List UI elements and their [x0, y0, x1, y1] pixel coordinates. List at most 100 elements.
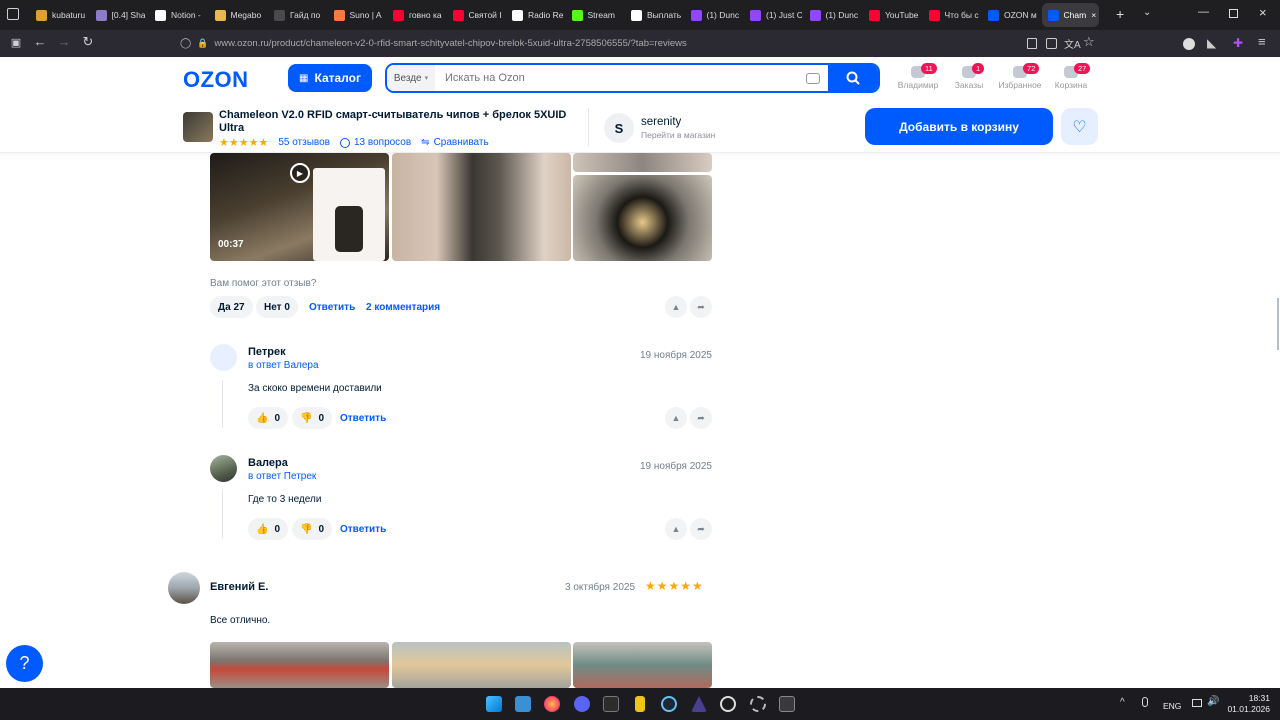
- dislike-button[interactable]: 👎 0: [292, 407, 333, 429]
- browser-tab[interactable]: YouTube: [863, 3, 921, 27]
- forward-button[interactable]: →: [52, 34, 76, 49]
- browser-tab[interactable]: Megabo: [209, 3, 267, 27]
- terminal-icon[interactable]: [603, 696, 619, 712]
- comment-reply-to[interactable]: в ответ Валера: [248, 360, 319, 371]
- extension-icon[interactable]: ✚: [1233, 36, 1243, 50]
- tray-chevron-icon[interactable]: ^: [1120, 697, 1125, 708]
- system-clock[interactable]: 18:31 01.01.2026: [1226, 693, 1270, 715]
- browser-tab[interactable]: Radio Re: [506, 3, 564, 27]
- reload-button[interactable]: ↻: [76, 34, 100, 50]
- report-button[interactable]: ▲: [665, 518, 687, 540]
- reply-link[interactable]: Ответить: [340, 524, 386, 535]
- language-indicator[interactable]: ENG: [1163, 701, 1181, 711]
- steam-icon[interactable]: [661, 696, 677, 712]
- report-button[interactable]: ▲: [665, 296, 687, 318]
- tab-overflow-chevron-icon[interactable]: ⌄: [1143, 7, 1151, 18]
- like-button[interactable]: 👍 0: [248, 518, 289, 540]
- scrollbar-thumb[interactable]: [1277, 298, 1279, 350]
- reader-mode-icon[interactable]: [1027, 38, 1037, 49]
- network-icon[interactable]: [1192, 699, 1202, 707]
- review-photo[interactable]: [392, 642, 571, 688]
- file-explorer-icon[interactable]: [515, 696, 531, 712]
- start-button-icon[interactable]: [486, 696, 502, 712]
- bookmark-star-icon[interactable]: ☆: [1083, 34, 1095, 50]
- share-button[interactable]: ➦: [690, 296, 712, 318]
- compare-link[interactable]: ⇋ Сравнивать: [421, 137, 489, 148]
- screenshot-icon[interactable]: [1046, 38, 1057, 49]
- sidebar-toggle-icon[interactable]: ▣: [4, 36, 28, 49]
- browser-tab[interactable]: Гайд по: [268, 3, 326, 27]
- header-orders[interactable]: 1 Заказы: [944, 63, 994, 90]
- comment-author[interactable]: Петрек: [248, 346, 286, 358]
- minimize-button[interactable]: —: [1198, 6, 1209, 18]
- tab-list-icon[interactable]: [7, 8, 19, 20]
- product-thumbnail[interactable]: [183, 112, 213, 142]
- search-input[interactable]: [435, 72, 806, 84]
- browser-tab[interactable]: Notion -: [149, 3, 207, 27]
- browser-tab[interactable]: (1) Just C: [744, 3, 802, 27]
- discord-icon[interactable]: [574, 696, 590, 712]
- seller-store-link[interactable]: Перейти в магазин: [641, 130, 715, 140]
- browser-tab[interactable]: (1) Dunc: [804, 3, 862, 27]
- browser-tab[interactable]: (1) Dunc: [685, 3, 743, 27]
- product-title[interactable]: Chameleon V2.0 RFID смарт-считыватель чи…: [219, 109, 589, 135]
- questions-link[interactable]: 13 вопросов: [339, 137, 411, 148]
- notes-icon[interactable]: [635, 696, 645, 712]
- comments-link[interactable]: 2 комментария: [366, 302, 440, 313]
- settings-gear-icon[interactable]: [750, 696, 766, 712]
- share-button[interactable]: ➦: [690, 518, 712, 540]
- camera-search-icon[interactable]: [806, 72, 820, 84]
- menu-icon[interactable]: ≡: [1258, 34, 1266, 49]
- volume-icon[interactable]: 🔊: [1207, 696, 1219, 707]
- seller-avatar[interactable]: S: [604, 113, 634, 143]
- back-button[interactable]: ←: [28, 34, 52, 49]
- close-window-button[interactable]: ×: [1259, 5, 1267, 20]
- header-cart[interactable]: 27 Корзина: [1046, 63, 1096, 90]
- search-button[interactable]: [828, 65, 878, 91]
- dislike-button[interactable]: 👎 0: [292, 518, 333, 540]
- header-favorites[interactable]: 72 Избранное: [995, 63, 1045, 90]
- reviewer-name[interactable]: Евгений Е.: [210, 581, 268, 593]
- comment-author[interactable]: Валера: [248, 457, 288, 469]
- comment-reply-to[interactable]: в ответ Петрек: [248, 471, 316, 482]
- browser-tab[interactable]: говно ка: [387, 3, 445, 27]
- browser-tab[interactable]: Выплать: [625, 3, 683, 27]
- like-button[interactable]: 👍 0: [248, 407, 289, 429]
- microphone-icon[interactable]: [1142, 697, 1148, 707]
- browser-tab[interactable]: Что бы с: [923, 3, 981, 27]
- browser-tab[interactable]: Stream: [566, 3, 624, 27]
- browser-tab[interactable]: Cham ×: [1041, 3, 1099, 27]
- obs-icon[interactable]: [720, 696, 736, 712]
- review-photo[interactable]: [573, 175, 712, 261]
- search-scope-select[interactable]: Везде ▾: [387, 65, 435, 91]
- report-button[interactable]: ▲: [665, 407, 687, 429]
- review-photo[interactable]: [573, 153, 712, 172]
- browser-tab[interactable]: [0.4] Sha: [90, 3, 148, 27]
- header-profile[interactable]: 11 Владимир: [893, 63, 943, 90]
- restore-button[interactable]: [1229, 9, 1238, 18]
- seller-name[interactable]: serenity: [641, 116, 681, 128]
- reply-link[interactable]: Ответить: [340, 413, 386, 424]
- close-tab-icon[interactable]: ×: [1091, 10, 1096, 20]
- share-button[interactable]: ➦: [690, 407, 712, 429]
- review-photo[interactable]: [210, 642, 389, 688]
- catalog-button[interactable]: ▦ Каталог: [288, 64, 372, 92]
- browser-tab[interactable]: Святой I: [447, 3, 505, 27]
- browser-tab[interactable]: OZON м: [982, 3, 1040, 27]
- address-bar[interactable]: ◯ 🔒 www.ozon.ru/product/chameleon-v2-0-r…: [180, 34, 1100, 53]
- play-icon[interactable]: ▶: [290, 163, 310, 183]
- translate-icon[interactable]: 文A: [1064, 36, 1081, 51]
- helpful-no-button[interactable]: Нет 0: [256, 296, 298, 318]
- add-to-cart-button[interactable]: Добавить в корзину: [865, 108, 1053, 145]
- browser-tab[interactable]: Suno | A: [328, 3, 386, 27]
- account-icon[interactable]: [1183, 38, 1195, 50]
- review-photo[interactable]: [573, 642, 712, 688]
- firefox-icon[interactable]: [544, 696, 560, 712]
- help-button[interactable]: ?: [6, 645, 43, 682]
- extensions-icon[interactable]: ◣: [1207, 36, 1216, 50]
- favorite-button[interactable]: ♡: [1061, 108, 1098, 145]
- active-app-icon[interactable]: [779, 696, 795, 712]
- helpful-yes-button[interactable]: Да 27: [210, 296, 253, 318]
- review-photo[interactable]: [392, 153, 571, 261]
- browser-tab[interactable]: kubaturu: [30, 3, 88, 27]
